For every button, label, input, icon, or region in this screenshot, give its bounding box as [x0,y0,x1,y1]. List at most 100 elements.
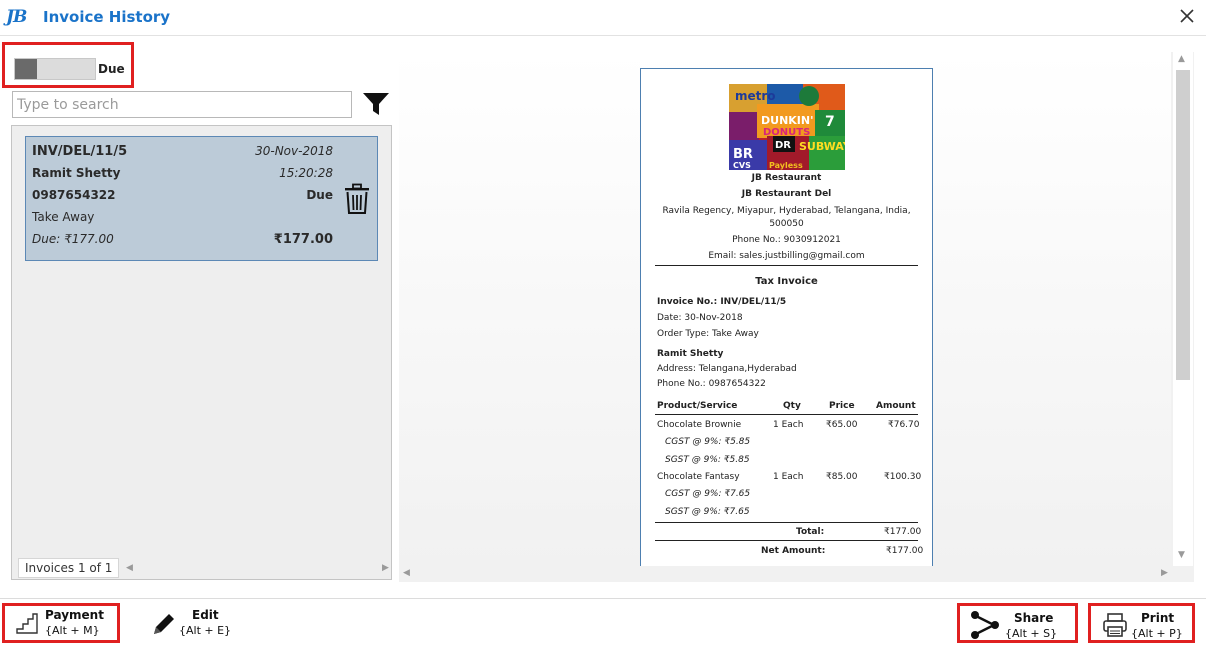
payment-button[interactable]: Payment {Alt + M} [2,603,120,643]
payment-shortcut: {Alt + M} [45,624,100,637]
receipt-customer-address: Address: Telangana,Hyderabad [657,364,797,374]
receipt-doc-title: Tax Invoice [755,276,818,287]
item-tax: CGST @ 9%: ₹7.65 [665,489,751,499]
column-header-price: Price [829,401,855,411]
due-amount: Due: ₹177.00 [32,232,114,246]
item-amount: ₹100.30 [884,472,922,482]
scroll-left-icon[interactable]: ◀ [403,568,410,578]
column-header-product: Product/Service [657,401,738,411]
receipt-business-name: JB Restaurant [751,173,822,183]
customer-name: Ramit Shetty [32,166,121,180]
title-bar: JB Invoice History [0,0,1206,36]
edit-shortcut: {Alt + E} [179,624,232,637]
share-shortcut: {Alt + S} [1005,627,1058,640]
receipt-business-email: Email: sales.justbilling@gmail.com [708,251,865,261]
invoice-preview: metro DUNKIN' DONUTS SUBWAY BR CVS 7 Pay… [399,52,1194,582]
invoice-status: Due [306,188,333,202]
item-price: ₹65.00 [826,420,858,430]
receipt-order-type: Order Type: Take Away [657,329,759,339]
receipt-invoice-number: Invoice No.: INV/DEL/11/5 [657,297,787,307]
receipt-divider [655,265,918,266]
invoice-list: INV/DEL/11/5 30-Nov-2018 Ramit Shetty 15… [11,125,392,580]
edit-button[interactable]: Edit {Alt + E} [146,603,246,643]
print-button[interactable]: Print {Alt + P} [1088,603,1195,643]
column-header-qty: Qty [783,401,801,411]
edit-label: Edit [192,608,219,622]
logo-word: Payless [769,161,803,170]
print-shortcut: {Alt + P} [1131,627,1183,640]
due-toggle-label: Due [98,62,125,76]
scrollbar-thumb[interactable] [1176,70,1190,380]
column-header-amount: Amount [876,401,916,411]
payment-icon [16,613,38,634]
preview-vertical-scrollbar[interactable]: ▲ ▼ [1173,52,1193,566]
close-button[interactable] [1176,5,1198,27]
share-icon [971,611,999,639]
preview-horizontal-scrollbar[interactable]: ◀ ▶ [399,566,1173,582]
print-label: Print [1141,611,1175,625]
share-button[interactable]: Share {Alt + S} [957,603,1078,643]
close-icon [1180,9,1194,23]
order-type: Take Away [32,210,95,224]
scroll-up-icon[interactable]: ▲ [1178,54,1185,64]
receipt-page: metro DUNKIN' DONUTS SUBWAY BR CVS 7 Pay… [640,68,933,568]
due-toggle[interactable] [14,58,96,80]
invoice-card[interactable]: INV/DEL/11/5 30-Nov-2018 Ramit Shetty 15… [25,136,378,261]
scroll-down-icon[interactable]: ▼ [1178,550,1185,560]
filter-button[interactable] [362,90,390,118]
receipt-address-line2: 500050 [769,219,804,229]
logo-word: BR [733,147,753,162]
share-label: Share [1014,611,1054,625]
logo-word: SUBWAY [799,140,845,153]
printer-icon [1103,613,1127,637]
total-label: Total: [796,527,825,537]
item-qty: 1 Each [773,472,804,482]
logo-word: 7 [825,114,835,130]
pencil-icon [154,614,174,634]
total-value: ₹177.00 [884,527,922,537]
due-filter-highlight: Due [2,42,134,88]
scroll-right-icon[interactable]: ▶ [1161,568,1168,578]
item-price: ₹85.00 [826,472,858,482]
bottom-toolbar: Payment {Alt + M} Edit {Alt + E} Share {… [0,598,1206,646]
app-logo: JB [6,7,27,27]
net-amount-value: ₹177.00 [886,546,924,556]
item-qty: 1 Each [773,420,804,430]
receipt-business-phone: Phone No.: 9030912021 [732,235,841,245]
list-status: Invoices 1 of 1 [18,558,120,578]
receipt-branch-name: JB Restaurant Del [741,189,832,199]
item-tax: SGST @ 9%: ₹7.65 [665,507,750,517]
receipt-customer-name: Ramit Shetty [657,349,724,359]
receipt-customer-phone: Phone No.: 0987654322 [657,379,766,389]
item-amount: ₹76.70 [888,420,920,430]
scroll-right-icon[interactable]: ▶ [382,563,389,573]
receipt-date: Date: 30-Nov-2018 [657,313,743,323]
item-tax: CGST @ 9%: ₹5.85 [665,437,751,447]
invoice-total: ₹177.00 [273,232,333,247]
logo-word: CVS [733,161,751,170]
invoice-date: 30-Nov-2018 [255,144,333,158]
table-header-divider [655,414,918,415]
trash-icon [345,183,369,214]
toggle-knob [15,59,37,79]
scroll-left-icon[interactable]: ◀ [126,563,133,573]
receipt-address-line1: Ravila Regency, Miyapur, Hyderabad, Tela… [662,206,911,216]
item-name: Chocolate Fantasy [657,472,740,482]
logo-word: DR [775,140,791,151]
search-input[interactable] [12,91,352,118]
invoice-number: INV/DEL/11/5 [32,144,128,159]
logo-word: metro [735,89,776,103]
net-amount-label: Net Amount: [761,546,826,556]
table-footer-divider [655,522,918,523]
window-title: Invoice History [43,8,171,26]
item-name: Chocolate Brownie [657,420,742,430]
item-tax: SGST @ 9%: ₹5.85 [665,455,750,465]
customer-phone: 0987654322 [32,188,116,202]
delete-button[interactable] [344,183,370,215]
invoice-time: 15:20:28 [279,166,333,180]
total-divider [655,540,918,541]
filter-icon [363,93,389,115]
logo-word: DUNKIN' [761,114,813,127]
list-horizontal-scrollbar[interactable]: ◀ ▶ [124,562,390,576]
payment-label: Payment [45,608,104,622]
